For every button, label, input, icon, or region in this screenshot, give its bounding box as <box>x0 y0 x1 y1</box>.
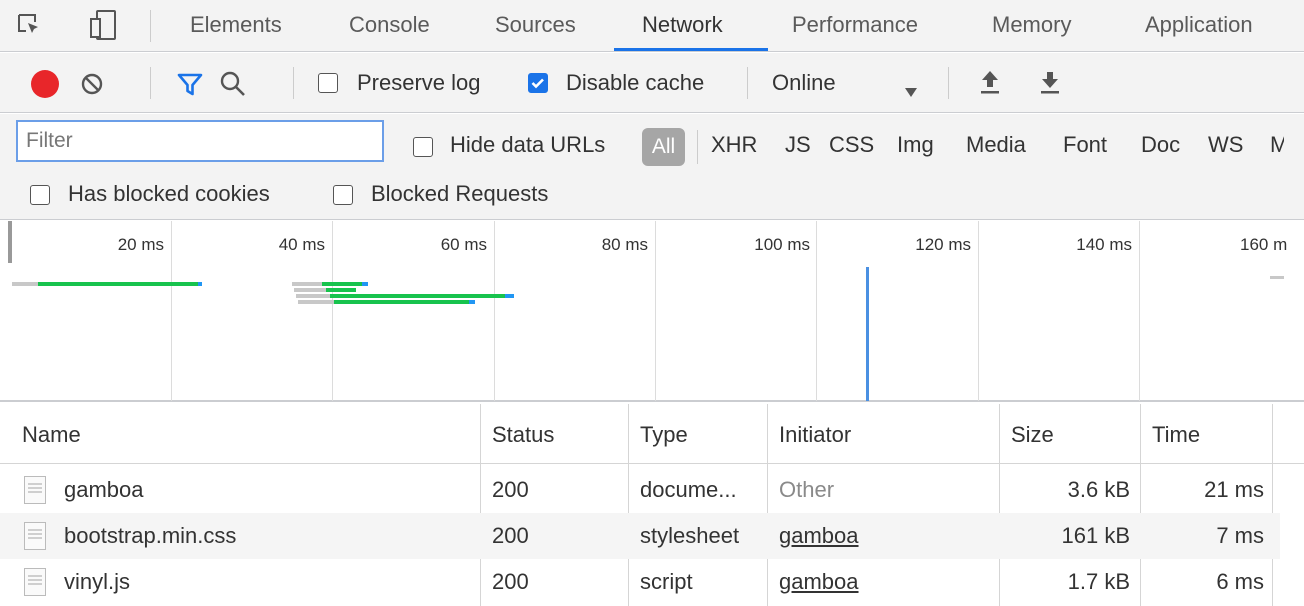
disable-cache-label[interactable]: Disable cache <box>566 70 704 96</box>
device-toolbar-icon[interactable] <box>88 9 118 41</box>
tick-label: 140 ms <box>1076 235 1132 254</box>
filter-icon[interactable] <box>176 72 204 98</box>
request-name[interactable]: gamboa <box>64 467 474 513</box>
tick-label: 100 ms <box>754 235 810 254</box>
column-header-status[interactable]: Status <box>492 404 554 464</box>
network-toolbar: Preserve log Disable cache Online <box>0 53 1304 113</box>
type-filter-ws[interactable]: WS <box>1208 132 1243 158</box>
timeline-bar <box>469 300 475 304</box>
throttling-select[interactable]: Online <box>772 70 836 96</box>
request-time: 21 ms <box>1204 477 1264 502</box>
record-icon[interactable] <box>31 70 59 98</box>
request-initiator-link[interactable]: gamboa <box>779 513 859 559</box>
type-filter-css[interactable]: CSS <box>829 132 874 158</box>
request-time: 7 ms <box>1216 523 1264 548</box>
timeline-bar <box>292 282 322 286</box>
request-initiator: Other <box>779 477 835 502</box>
preserve-log-checkbox[interactable] <box>318 73 338 93</box>
request-initiator-link[interactable]: gamboa <box>779 559 859 605</box>
tab-sources[interactable]: Sources <box>495 0 576 52</box>
request-type: stylesheet <box>640 523 740 548</box>
timeline-bar <box>294 288 326 292</box>
requests-table: Name Status Type Initiator Size Time gam… <box>0 404 1304 606</box>
request-size: 3.6 kB <box>1067 477 1130 502</box>
timeline-bar <box>330 294 505 298</box>
timeline-bar <box>198 282 202 286</box>
dropdown-arrow-icon[interactable] <box>904 78 918 97</box>
hide-data-urls-label[interactable]: Hide data URLs <box>450 132 605 158</box>
request-size: 161 kB <box>1061 523 1131 548</box>
tick-label: 80 ms <box>601 235 648 254</box>
timeline-bar <box>298 300 334 304</box>
timeline-bar <box>1270 276 1284 279</box>
type-filter-img[interactable]: Img <box>897 132 934 158</box>
column-header-type[interactable]: Type <box>640 404 688 464</box>
blocked-requests-checkbox[interactable] <box>333 185 353 205</box>
inspect-element-icon[interactable] <box>16 12 42 38</box>
timeline-bar <box>296 294 330 298</box>
column-header-size[interactable]: Size <box>1011 404 1054 464</box>
tab-memory[interactable]: Memory <box>992 0 1071 52</box>
request-time: 6 ms <box>1216 569 1264 594</box>
has-blocked-cookies-label[interactable]: Has blocked cookies <box>68 181 270 207</box>
timeline-bar <box>326 288 356 292</box>
request-status: 200 <box>492 569 529 594</box>
active-tab-indicator <box>614 48 768 51</box>
overview-left-handle[interactable] <box>8 221 12 263</box>
tab-network[interactable]: Network <box>642 0 723 52</box>
dom-content-loaded-marker <box>866 267 869 401</box>
tab-performance[interactable]: Performance <box>792 0 918 52</box>
tick-label: 160 m <box>1240 235 1288 254</box>
table-row[interactable]: gamboa 200 docume... Other 3.6 kB 21 ms <box>0 467 1280 513</box>
column-header-initiator[interactable]: Initiator <box>779 404 851 464</box>
table-row[interactable]: bootstrap.min.css 200 stylesheet gamboa … <box>0 513 1280 559</box>
tab-elements[interactable]: Elements <box>190 0 282 52</box>
hide-data-urls-checkbox[interactable] <box>413 137 433 157</box>
tick-label: 60 ms <box>440 235 487 254</box>
file-icon <box>24 568 46 596</box>
type-filter-all[interactable]: All <box>642 128 685 166</box>
request-status: 200 <box>492 477 529 502</box>
filter-bar: Hide data URLs All XHR JS CSS Img Media … <box>0 114 1304 220</box>
request-name[interactable]: vinyl.js <box>64 559 474 605</box>
type-filter-doc[interactable]: Doc <box>1141 132 1180 158</box>
type-filter-media[interactable]: Media <box>966 132 1026 158</box>
type-filter-font[interactable]: Font <box>1063 132 1107 158</box>
file-icon <box>24 522 46 550</box>
export-har-icon[interactable] <box>1039 68 1061 96</box>
preserve-log-label[interactable]: Preserve log <box>357 70 481 96</box>
tick-label: 20 ms <box>117 235 164 254</box>
tick-label: 120 ms <box>915 235 971 254</box>
network-overview[interactable]: 20 ms 40 ms 60 ms 80 ms 100 ms 120 ms 14… <box>0 221 1304 402</box>
request-size: 1.7 kB <box>1067 569 1130 594</box>
clear-icon[interactable] <box>80 72 104 96</box>
type-filter-manifest[interactable]: M <box>1270 132 1284 158</box>
column-header-name[interactable]: Name <box>22 404 81 464</box>
blocked-requests-label[interactable]: Blocked Requests <box>371 181 548 207</box>
timeline-bar <box>362 282 368 286</box>
disable-cache-checkbox[interactable] <box>528 73 548 93</box>
type-filter-js[interactable]: JS <box>785 132 811 158</box>
timeline-bar <box>334 300 469 304</box>
column-header-time[interactable]: Time <box>1152 404 1200 464</box>
import-har-icon[interactable] <box>979 68 1001 96</box>
request-status: 200 <box>492 523 529 548</box>
timeline-bar <box>505 294 514 298</box>
has-blocked-cookies-checkbox[interactable] <box>30 185 50 205</box>
tab-application[interactable]: Application <box>1145 0 1253 52</box>
table-row[interactable]: vinyl.js 200 script gamboa 1.7 kB 6 ms <box>0 559 1280 605</box>
tick-label: 40 ms <box>278 235 325 254</box>
timeline-bar <box>38 282 198 286</box>
file-icon <box>24 476 46 504</box>
tab-console[interactable]: Console <box>349 0 430 52</box>
devtools-tab-bar: Elements Console Sources Network Perform… <box>0 0 1304 52</box>
request-name[interactable]: bootstrap.min.css <box>64 513 474 559</box>
request-type: docume... <box>640 477 737 502</box>
search-icon[interactable] <box>219 70 247 98</box>
timeline-bar <box>322 282 362 286</box>
type-filter-xhr[interactable]: XHR <box>711 132 757 158</box>
filter-input[interactable] <box>16 120 384 162</box>
timeline-bar <box>12 282 38 286</box>
request-type: script <box>640 569 693 594</box>
